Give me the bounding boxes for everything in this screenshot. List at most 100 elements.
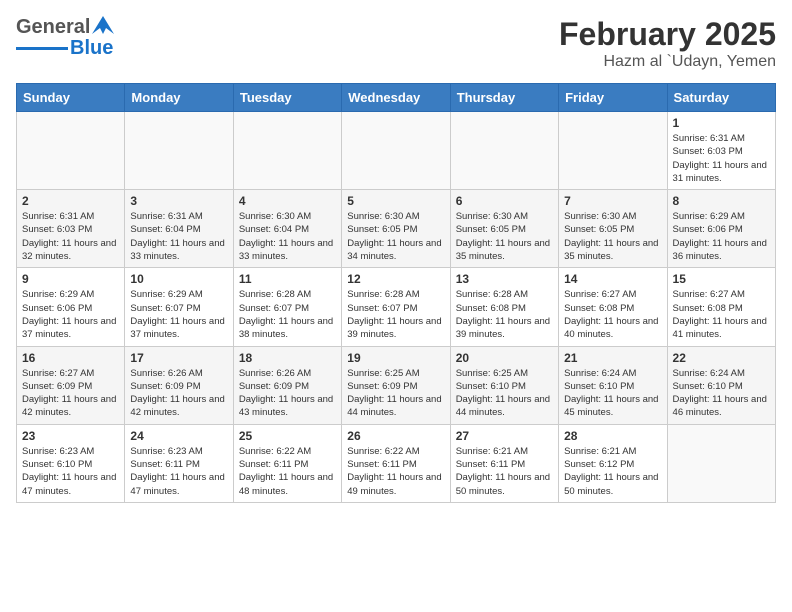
- calendar-day-cell: 15 Sunrise: 6:27 AMSunset: 6:08 PMDayligh…: [667, 268, 775, 346]
- calendar-day-cell: [559, 112, 667, 190]
- day-number: 2: [22, 194, 119, 208]
- day-number: 1: [673, 116, 770, 130]
- day-info: Sunrise: 6:27 AMSunset: 6:09 PMDaylight:…: [22, 367, 119, 420]
- header-friday: Friday: [559, 84, 667, 112]
- calendar-table: Sunday Monday Tuesday Wednesday Thursday…: [16, 83, 776, 503]
- day-number: 25: [239, 429, 336, 443]
- day-number: 26: [347, 429, 444, 443]
- calendar-day-cell: [233, 112, 341, 190]
- day-number: 13: [456, 272, 553, 286]
- logo-bird-icon: [92, 16, 114, 34]
- day-info: Sunrise: 6:26 AMSunset: 6:09 PMDaylight:…: [239, 367, 336, 420]
- calendar-day-cell: 24Sunrise: 6:23 AMSunset: 6:11 PMDayligh…: [125, 424, 233, 502]
- day-info: Sunrise: 6:31 AMSunset: 6:03 PMDaylight:…: [22, 210, 119, 263]
- day-info: Sunrise: 6:27 AMSunset: 6:08 PMDaylight:…: [673, 288, 770, 341]
- calendar-day-cell: 20 Sunrise: 6:25 AMSunset: 6:10 PMDayligh…: [450, 346, 558, 424]
- day-info: Sunrise: 6:28 AMSunset: 6:07 PMDaylight:…: [347, 288, 444, 341]
- day-number: 10: [130, 272, 227, 286]
- day-number: 7: [564, 194, 661, 208]
- header-wednesday: Wednesday: [342, 84, 450, 112]
- calendar-day-cell: 6 Sunrise: 6:30 AMSunset: 6:05 PMDaylight…: [450, 190, 558, 268]
- day-number: 18: [239, 351, 336, 365]
- calendar-day-cell: 11 Sunrise: 6:28 AMSunset: 6:07 PMDayligh…: [233, 268, 341, 346]
- calendar-day-cell: 17 Sunrise: 6:26 AMSunset: 6:09 PMDayligh…: [125, 346, 233, 424]
- calendar-day-cell: 28 Sunrise: 6:21 AMSunset: 6:12 PMDayligh…: [559, 424, 667, 502]
- day-info: Sunrise: 6:26 AMSunset: 6:09 PMDaylight:…: [130, 367, 227, 420]
- day-info: Sunrise: 6:30 AMSunset: 6:05 PMDaylight:…: [456, 210, 553, 263]
- day-number: 17: [130, 351, 227, 365]
- header-monday: Monday: [125, 84, 233, 112]
- calendar-day-cell: 4Sunrise: 6:30 AMSunset: 6:04 PMDaylight…: [233, 190, 341, 268]
- logo-text: General: [16, 17, 90, 37]
- day-number: 15: [673, 272, 770, 286]
- day-info: Sunrise: 6:25 AMSunset: 6:10 PMDaylight:…: [456, 367, 553, 420]
- calendar-day-cell: 1 Sunrise: 6:31 AMSunset: 6:03 PMDaylight…: [667, 112, 775, 190]
- day-number: 27: [456, 429, 553, 443]
- day-info: Sunrise: 6:28 AMSunset: 6:07 PMDaylight:…: [239, 288, 336, 341]
- calendar-day-cell: 2 Sunrise: 6:31 AMSunset: 6:03 PMDaylight…: [17, 190, 125, 268]
- day-info: Sunrise: 6:31 AMSunset: 6:04 PMDaylight:…: [130, 210, 227, 263]
- page-subtitle: Hazm al `Udayn, Yemen: [559, 53, 776, 71]
- day-info: Sunrise: 6:24 AMSunset: 6:10 PMDaylight:…: [564, 367, 661, 420]
- day-info: Sunrise: 6:25 AMSunset: 6:09 PMDaylight:…: [347, 367, 444, 420]
- day-number: 21: [564, 351, 661, 365]
- day-number: 6: [456, 194, 553, 208]
- day-number: 11: [239, 272, 336, 286]
- calendar-day-cell: 19 Sunrise: 6:25 AMSunset: 6:09 PMDayligh…: [342, 346, 450, 424]
- logo: General Blue: [16, 16, 114, 60]
- header-saturday: Saturday: [667, 84, 775, 112]
- header-thursday: Thursday: [450, 84, 558, 112]
- calendar-day-cell: 12Sunrise: 6:28 AMSunset: 6:07 PMDayligh…: [342, 268, 450, 346]
- day-info: Sunrise: 6:31 AMSunset: 6:03 PMDaylight:…: [673, 132, 770, 185]
- calendar-day-cell: 22Sunrise: 6:24 AMSunset: 6:10 PMDayligh…: [667, 346, 775, 424]
- day-number: 9: [22, 272, 119, 286]
- header-tuesday: Tuesday: [233, 84, 341, 112]
- calendar-day-cell: [17, 112, 125, 190]
- calendar-day-cell: 26 Sunrise: 6:22 AMSunset: 6:11 PMDayligh…: [342, 424, 450, 502]
- header-sunday: Sunday: [17, 84, 125, 112]
- calendar-day-cell: 16 Sunrise: 6:27 AMSunset: 6:09 PMDayligh…: [17, 346, 125, 424]
- day-number: 4: [239, 194, 336, 208]
- day-number: 23: [22, 429, 119, 443]
- page-title: February 2025: [559, 16, 776, 53]
- calendar-week-row: 9 Sunrise: 6:29 AMSunset: 6:06 PMDaylight…: [17, 268, 776, 346]
- day-info: Sunrise: 6:22 AMSunset: 6:11 PMDaylight:…: [347, 445, 444, 498]
- calendar-week-row: 16 Sunrise: 6:27 AMSunset: 6:09 PMDayligh…: [17, 346, 776, 424]
- logo-general: General: [16, 16, 90, 38]
- day-number: 20: [456, 351, 553, 365]
- day-number: 28: [564, 429, 661, 443]
- day-number: 24: [130, 429, 227, 443]
- page-header: General Blue February 2025 Hazm al `Uday…: [16, 16, 776, 71]
- day-number: 16: [22, 351, 119, 365]
- day-number: 8: [673, 194, 770, 208]
- calendar-day-cell: 13 Sunrise: 6:28 AMSunset: 6:08 PMDayligh…: [450, 268, 558, 346]
- title-block: February 2025 Hazm al `Udayn, Yemen: [559, 16, 776, 71]
- day-info: Sunrise: 6:22 AMSunset: 6:11 PMDaylight:…: [239, 445, 336, 498]
- day-info: Sunrise: 6:29 AMSunset: 6:06 PMDaylight:…: [22, 288, 119, 341]
- calendar-week-row: 2 Sunrise: 6:31 AMSunset: 6:03 PMDaylight…: [17, 190, 776, 268]
- day-info: Sunrise: 6:30 AMSunset: 6:05 PMDaylight:…: [564, 210, 661, 263]
- calendar-day-cell: 21 Sunrise: 6:24 AMSunset: 6:10 PMDayligh…: [559, 346, 667, 424]
- calendar-day-cell: 14Sunrise: 6:27 AMSunset: 6:08 PMDayligh…: [559, 268, 667, 346]
- day-number: 22: [673, 351, 770, 365]
- calendar-day-cell: [342, 112, 450, 190]
- logo-blue-text: Blue: [70, 37, 113, 60]
- day-info: Sunrise: 6:21 AMSunset: 6:12 PMDaylight:…: [564, 445, 661, 498]
- calendar-day-cell: [125, 112, 233, 190]
- day-info: Sunrise: 6:30 AMSunset: 6:05 PMDaylight:…: [347, 210, 444, 263]
- calendar-week-row: 23 Sunrise: 6:23 AMSunset: 6:10 PMDayligh…: [17, 424, 776, 502]
- day-info: Sunrise: 6:23 AMSunset: 6:10 PMDaylight:…: [22, 445, 119, 498]
- calendar-week-row: 1 Sunrise: 6:31 AMSunset: 6:03 PMDaylight…: [17, 112, 776, 190]
- calendar-day-cell: 18 Sunrise: 6:26 AMSunset: 6:09 PMDayligh…: [233, 346, 341, 424]
- day-number: 14: [564, 272, 661, 286]
- calendar-day-cell: 5Sunrise: 6:30 AMSunset: 6:05 PMDaylight…: [342, 190, 450, 268]
- day-info: Sunrise: 6:21 AMSunset: 6:11 PMDaylight:…: [456, 445, 553, 498]
- calendar-day-cell: 25 Sunrise: 6:22 AMSunset: 6:11 PMDayligh…: [233, 424, 341, 502]
- calendar-day-cell: 8Sunrise: 6:29 AMSunset: 6:06 PMDaylight…: [667, 190, 775, 268]
- calendar-day-cell: 3Sunrise: 6:31 AMSunset: 6:04 PMDaylight…: [125, 190, 233, 268]
- day-info: Sunrise: 6:28 AMSunset: 6:08 PMDaylight:…: [456, 288, 553, 341]
- day-number: 19: [347, 351, 444, 365]
- calendar-header-row: Sunday Monday Tuesday Wednesday Thursday…: [17, 84, 776, 112]
- calendar-day-cell: 7 Sunrise: 6:30 AMSunset: 6:05 PMDaylight…: [559, 190, 667, 268]
- calendar-day-cell: 23 Sunrise: 6:23 AMSunset: 6:10 PMDayligh…: [17, 424, 125, 502]
